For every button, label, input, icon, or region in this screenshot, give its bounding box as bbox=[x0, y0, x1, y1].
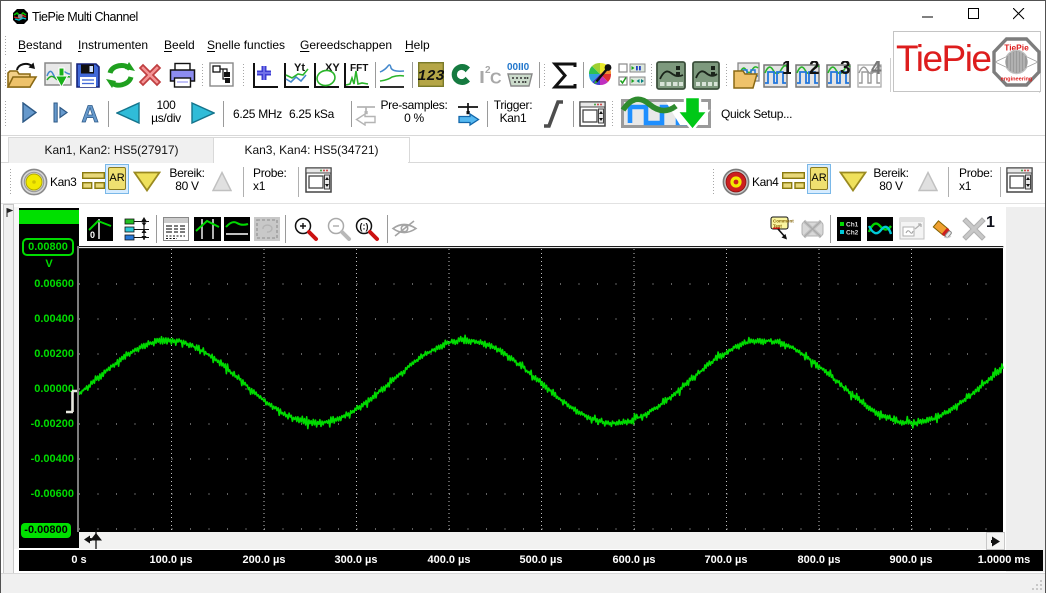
svg-text:Ch2: Ch2 bbox=[846, 230, 859, 237]
svg-text:engineering: engineering bbox=[1001, 77, 1033, 83]
svg-text:2: 2 bbox=[809, 61, 820, 79]
svg-text:00II0: 00II0 bbox=[507, 62, 530, 73]
svg-text:C: C bbox=[490, 71, 502, 88]
svg-text:Ch1: Ch1 bbox=[846, 222, 859, 229]
svg-text:1: 1 bbox=[782, 61, 791, 79]
svg-text:FFT: FFT bbox=[350, 63, 368, 74]
svg-text:4: 4 bbox=[871, 61, 882, 79]
svg-text:A: A bbox=[81, 101, 98, 125]
svg-text:123: 123 bbox=[418, 68, 444, 85]
svg-text:0: 0 bbox=[90, 230, 95, 240]
svg-text:(:): (:) bbox=[360, 222, 369, 232]
svg-text:Yt: Yt bbox=[294, 62, 305, 74]
svg-text:3: 3 bbox=[840, 61, 851, 79]
